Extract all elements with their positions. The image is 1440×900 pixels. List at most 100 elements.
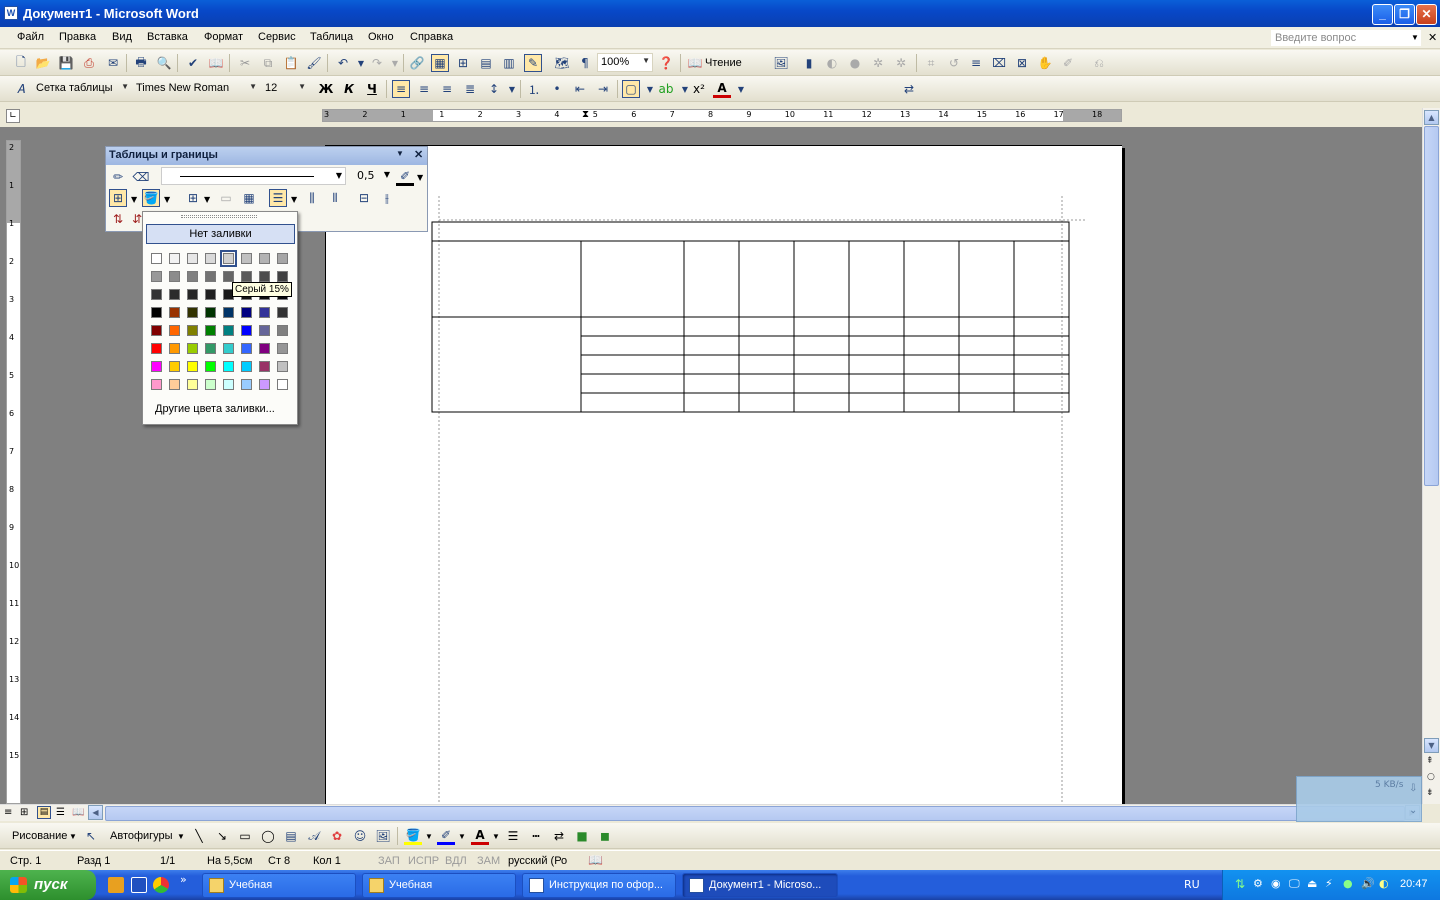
autoshapes-menu[interactable]: Автофигуры	[110, 830, 173, 842]
color-swatch[interactable]	[223, 325, 234, 336]
undo-icon[interactable]: ↶	[334, 54, 352, 72]
research-icon[interactable]: 📖	[207, 54, 225, 72]
scroll-down-icon[interactable]: ▼	[1424, 738, 1439, 753]
color-swatch[interactable]	[241, 307, 252, 318]
color-swatch[interactable]	[259, 253, 270, 264]
wordart-icon[interactable]: 𝒜	[305, 827, 323, 845]
color-swatch[interactable]	[223, 343, 234, 354]
color-swatch[interactable]	[169, 325, 180, 336]
insert-excel-icon[interactable]: ▤	[477, 54, 495, 72]
border-color-icon[interactable]: ✐	[396, 168, 414, 186]
tray-safely-remove-icon[interactable]: ⏏	[1307, 877, 1317, 890]
shading-dropdown-icon[interactable]: ▼	[164, 195, 170, 204]
align-left-icon[interactable]: ≡	[392, 80, 410, 98]
superscript-icon[interactable]: x²	[690, 80, 708, 98]
reading-view-icon[interactable]: 📖	[72, 807, 84, 818]
line-spacing-icon[interactable]: ↕	[485, 80, 503, 98]
outline-view-icon[interactable]: ☰	[56, 807, 65, 818]
outside-border-dropdown-icon[interactable]: ▼	[131, 195, 137, 204]
line-tool-icon[interactable]: ╲	[190, 827, 208, 845]
columns-icon[interactable]: ▥	[500, 54, 518, 72]
border-color-dropdown-icon[interactable]: ▼	[417, 173, 423, 182]
document-map-icon[interactable]: 🗺	[553, 54, 571, 72]
increase-indent-icon[interactable]: ⇥	[594, 80, 612, 98]
color-swatch[interactable]	[187, 343, 198, 354]
minimize-button[interactable]: _	[1372, 4, 1393, 25]
tables-borders-icon[interactable]: ▦	[431, 54, 449, 72]
sort-ascending-icon[interactable]: ⇅	[109, 210, 127, 228]
decrease-indent-icon[interactable]: ⇤	[571, 80, 589, 98]
word-app-icon[interactable]: W	[4, 6, 18, 20]
task-folder-1[interactable]: Учебная	[202, 873, 356, 898]
chrome-icon[interactable]	[153, 877, 169, 893]
color-swatch[interactable]	[223, 307, 234, 318]
color-swatch[interactable]	[151, 379, 162, 390]
draw-font-color-icon[interactable]: A	[471, 827, 489, 845]
show-gridlines-icon[interactable]: ⫲	[378, 189, 396, 207]
borders-icon[interactable]: ▢	[622, 80, 640, 98]
horizontal-ruler[interactable]: 3 2 1 1 2 3 4 5 6 7 8 9 10 11 12 13 14 15 16 17 18 ⧗	[322, 109, 1122, 122]
cut-icon[interactable]: ✂	[236, 54, 254, 72]
toolbar-options-icon[interactable]: ▼	[396, 149, 404, 158]
color-swatch[interactable]	[259, 343, 270, 354]
read-icon[interactable]: 📖	[686, 54, 704, 72]
show-hide-icon[interactable]: ¶	[576, 54, 594, 72]
spelling-icon[interactable]: ✔	[184, 54, 202, 72]
redo-icon[interactable]: ↷	[368, 54, 386, 72]
collapse-arrow-icon[interactable]: ⌄	[1409, 805, 1417, 816]
menu-table[interactable]: Таблица	[310, 31, 353, 43]
email-icon[interactable]: ✉	[104, 54, 122, 72]
color-swatch[interactable]	[223, 271, 234, 282]
menu-help[interactable]: Справка	[410, 31, 453, 43]
shape-icon-4[interactable]: ✲	[892, 54, 910, 72]
line-spacing-dropdown-icon[interactable]: ▼	[503, 80, 521, 98]
status-extend[interactable]: ВДЛ	[445, 855, 467, 867]
menu-format[interactable]: Формат	[204, 31, 243, 43]
print-view-icon[interactable]: ▤	[37, 806, 51, 819]
rectangle-tool-icon[interactable]: ▭	[236, 827, 254, 845]
distribute-rows-icon[interactable]: ⫼	[303, 189, 321, 207]
drawing-dropdown-icon[interactable]: ▼	[69, 832, 77, 841]
insert-table-icon[interactable]: ⊞	[454, 54, 472, 72]
color-swatch[interactable]	[187, 271, 198, 282]
shape-icon-3[interactable]: ✲	[869, 54, 887, 72]
color-swatch[interactable]	[205, 361, 216, 372]
oval-tool-icon[interactable]: ◯	[259, 827, 277, 845]
color-swatch[interactable]	[220, 250, 237, 267]
split-cells-icon[interactable]: ▦	[240, 189, 258, 207]
color-swatch[interactable]	[169, 289, 180, 300]
task-document1[interactable]: Документ1 - Microso...	[682, 873, 838, 898]
font-color-icon[interactable]: A	[713, 80, 731, 98]
more-fill-colors-option[interactable]: Другие цвета заливки...	[155, 403, 275, 415]
tables-borders-title[interactable]: Таблицы и границы ▼ ✕	[106, 147, 427, 165]
page-content[interactable]	[326, 146, 1123, 805]
ask-dropdown-icon[interactable]: ▼	[1411, 33, 1419, 42]
color-swatch[interactable]	[205, 271, 216, 282]
line-color-dropdown-icon[interactable]: ▼	[458, 832, 466, 841]
highlight-icon[interactable]: ab	[657, 80, 675, 98]
justify-icon[interactable]: ≣	[461, 80, 479, 98]
maximize-button[interactable]: ❐	[1394, 4, 1415, 25]
textbox-tool-icon[interactable]: ▤	[282, 827, 300, 845]
menu-view[interactable]: Вид	[112, 31, 132, 43]
color-swatch[interactable]	[277, 307, 288, 318]
color-swatch[interactable]	[205, 289, 216, 300]
color-swatch[interactable]	[205, 343, 216, 354]
menu-window[interactable]: Окно	[368, 31, 394, 43]
color-swatch[interactable]	[277, 379, 288, 390]
color-swatch[interactable]	[151, 253, 162, 264]
align-cell-dropdown-icon[interactable]: ▼	[291, 195, 297, 204]
bold-button[interactable]: Ж	[317, 80, 335, 98]
status-record[interactable]: ЗАП	[378, 855, 400, 867]
tray-antivirus-icon[interactable]: ⚙	[1253, 877, 1263, 890]
paste-icon[interactable]: 📋	[282, 54, 300, 72]
color-swatch[interactable]	[187, 325, 198, 336]
close-toolbar-icon[interactable]: ✕	[414, 148, 423, 161]
distribute-columns-icon[interactable]: ⫴	[326, 189, 344, 207]
color-swatch[interactable]	[151, 343, 162, 354]
document-page[interactable]	[325, 145, 1123, 805]
clipart-icon[interactable]: ☺	[351, 827, 369, 845]
menu-insert[interactable]: Вставка	[147, 31, 188, 43]
redo-dropdown-icon[interactable]: ▼	[386, 54, 404, 72]
table-autoformat-icon[interactable]: ⊟	[355, 189, 373, 207]
